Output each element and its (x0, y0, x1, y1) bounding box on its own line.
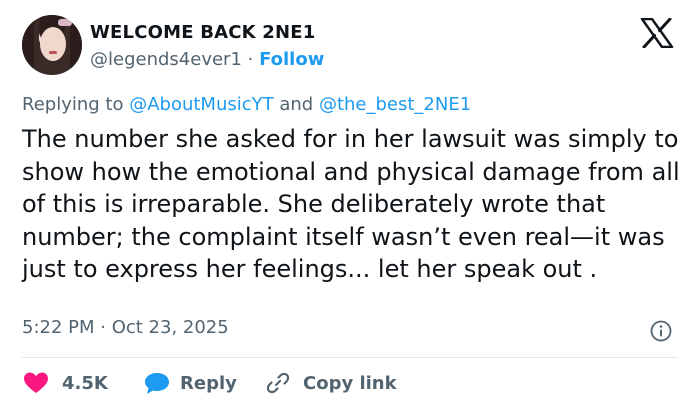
handle-row: @legends4ever1 · Follow (90, 49, 324, 70)
avatar[interactable] (22, 15, 82, 75)
avatar-face (40, 27, 66, 61)
mention-aboutmusicyt[interactable]: @AboutMusicYT (129, 94, 273, 115)
display-name[interactable]: WELCOME BACK 2NE1 (90, 22, 316, 43)
info-icon[interactable] (650, 320, 672, 342)
follow-button[interactable]: Follow (259, 49, 324, 70)
handle-separator: · (241, 49, 260, 70)
like-count: 4.5K (62, 372, 108, 394)
like-button[interactable]: 4.5K (22, 368, 108, 398)
timestamp[interactable]: 5:22 PM · Oct 23, 2025 (22, 317, 229, 338)
copy-link-label: Copy link (303, 372, 397, 394)
replying-to: Replying to @AboutMusicYT and @the_best_… (22, 94, 471, 115)
x-logo-icon[interactable] (640, 18, 674, 48)
reply-label: Reply (180, 372, 237, 394)
replying-to-prefix: Replying to (22, 94, 130, 115)
copy-link-button[interactable]: Copy link (265, 368, 397, 398)
heart-icon (24, 372, 48, 393)
avatar-lip (49, 51, 57, 54)
replying-to-joiner: and (273, 94, 319, 115)
avatar-hair-bow (58, 19, 72, 26)
user-handle[interactable]: @legends4ever1 (90, 49, 242, 70)
tweet-text: The number she asked for in her lawsuit … (22, 125, 680, 283)
reply-button[interactable]: Reply (143, 368, 237, 398)
link-icon (266, 372, 290, 394)
mention-the-best-2ne1[interactable]: @the_best_2NE1 (319, 94, 471, 115)
divider (22, 357, 678, 358)
speech-bubble-icon (145, 373, 169, 394)
